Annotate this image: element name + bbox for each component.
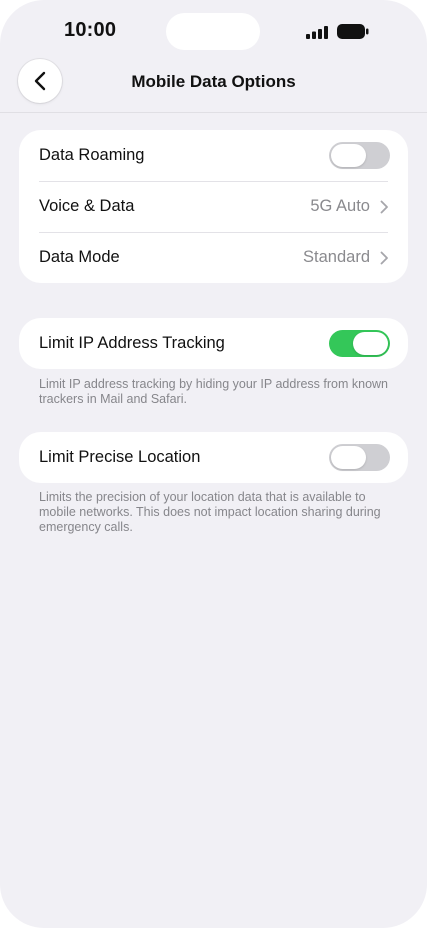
precise-location-group: Limit Precise Location [19, 432, 408, 483]
chevron-right-icon [380, 251, 388, 265]
battery-icon [337, 24, 369, 39]
status-time: 10:00 [64, 19, 117, 41]
limit-precise-location-toggle[interactable] [329, 444, 390, 471]
data-roaming-label: Data Roaming [39, 146, 145, 164]
phone-screen: 10:00 Mobile Data Options Data Roaming V… [0, 0, 427, 928]
signal-icon [306, 26, 328, 39]
page-title: Mobile Data Options [131, 72, 296, 91]
ip-tracking-group: Limit IP Address Tracking [19, 318, 408, 369]
nav-divider [0, 112, 427, 113]
data-mode-value: Standard [303, 248, 370, 266]
limit-ip-tracking-toggle[interactable] [329, 330, 390, 357]
dynamic-island [166, 13, 260, 50]
toggle-knob [353, 332, 388, 355]
toggle-knob [331, 446, 366, 469]
precise-location-footnote: Limits the precision of your location da… [39, 490, 381, 534]
limit-precise-location-row[interactable]: Limit Precise Location [19, 432, 408, 483]
toggle-knob [331, 144, 366, 167]
data-roaming-toggle[interactable] [329, 142, 390, 169]
limit-precise-location-label: Limit Precise Location [39, 448, 201, 466]
data-mode-label: Data Mode [39, 248, 120, 266]
limit-ip-tracking-label: Limit IP Address Tracking [39, 334, 225, 352]
limit-ip-tracking-row[interactable]: Limit IP Address Tracking [19, 318, 408, 369]
ip-tracking-footnote: Limit IP address tracking by hiding your… [39, 377, 389, 406]
voice-data-value: 5G Auto [310, 197, 370, 215]
chevron-right-icon [380, 200, 388, 214]
data-mode-row[interactable]: Data Mode Standard [19, 232, 408, 283]
voice-data-label: Voice & Data [39, 197, 135, 215]
data-options-group: Data Roaming Voice & Data 5G Auto Data M… [19, 130, 408, 283]
voice-data-row[interactable]: Voice & Data 5G Auto [19, 181, 408, 232]
data-roaming-row[interactable]: Data Roaming [19, 130, 408, 181]
